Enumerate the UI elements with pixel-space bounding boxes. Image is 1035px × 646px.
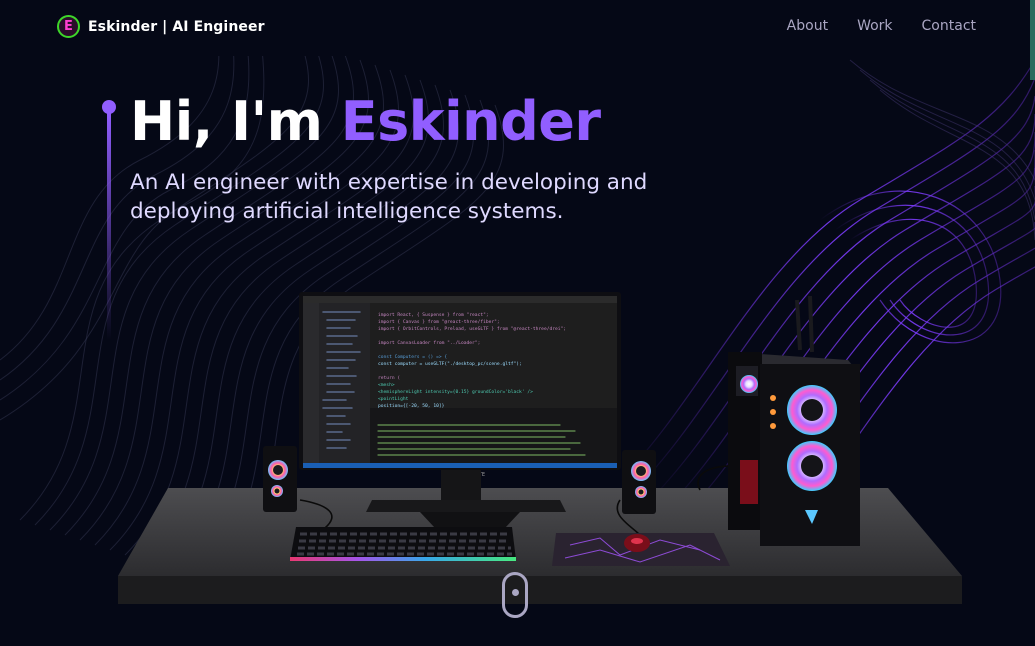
hero-subtitle: An AI engineer with expertise in develop… [130, 170, 648, 224]
right-speaker [622, 450, 656, 514]
code-line: const Computers = () => { [378, 354, 447, 360]
scroll-indicator-icon[interactable] [502, 572, 528, 618]
code-line: <mesh> [378, 382, 395, 388]
code-line: const computer = useGLTF("./desktop_pc/s… [378, 361, 522, 367]
nav-work[interactable]: Work [857, 18, 892, 34]
brand-link[interactable]: E Eskinder | AI Engineer [57, 15, 265, 38]
accent-line [107, 112, 111, 340]
hero-title: Hi, I'm Eskinder [130, 90, 601, 153]
nav-contact[interactable]: Contact [922, 18, 976, 34]
hero-greeting: Hi, I'm [130, 90, 341, 153]
code-line: return ( [378, 375, 400, 381]
navbar: E Eskinder | AI Engineer About Work Cont… [0, 0, 1035, 56]
nav-links: About Work Contact [787, 18, 976, 34]
left-speaker [263, 446, 297, 512]
code-line: <pointLight [378, 396, 409, 402]
scroll-indicator-dot [512, 589, 519, 596]
page-scrollbar[interactable] [1030, 0, 1035, 80]
code-line: import { OrbitControls, Preload, useGLTF… [378, 326, 566, 332]
code-line: import CanvasLoader from "../Loader"; [378, 340, 480, 346]
mouse-pad [552, 533, 730, 566]
code-line: import { Canvas } from "@react-three/fib… [378, 319, 500, 325]
brand-name: Eskinder | AI Engineer [88, 18, 265, 35]
nav-about[interactable]: About [787, 18, 828, 34]
keyboard [290, 527, 516, 561]
pc-tower [728, 295, 860, 546]
code-line: import React, { Suspense } from "react"; [378, 312, 489, 318]
code-line: <hemisphereLight intensity={0.15} ground… [378, 389, 533, 395]
hero-accent-line [102, 100, 116, 340]
logo-icon: E [57, 15, 80, 38]
code-line: position={[-20, 50, 10]} [378, 403, 445, 409]
hero-name: Eskinder [340, 90, 601, 153]
